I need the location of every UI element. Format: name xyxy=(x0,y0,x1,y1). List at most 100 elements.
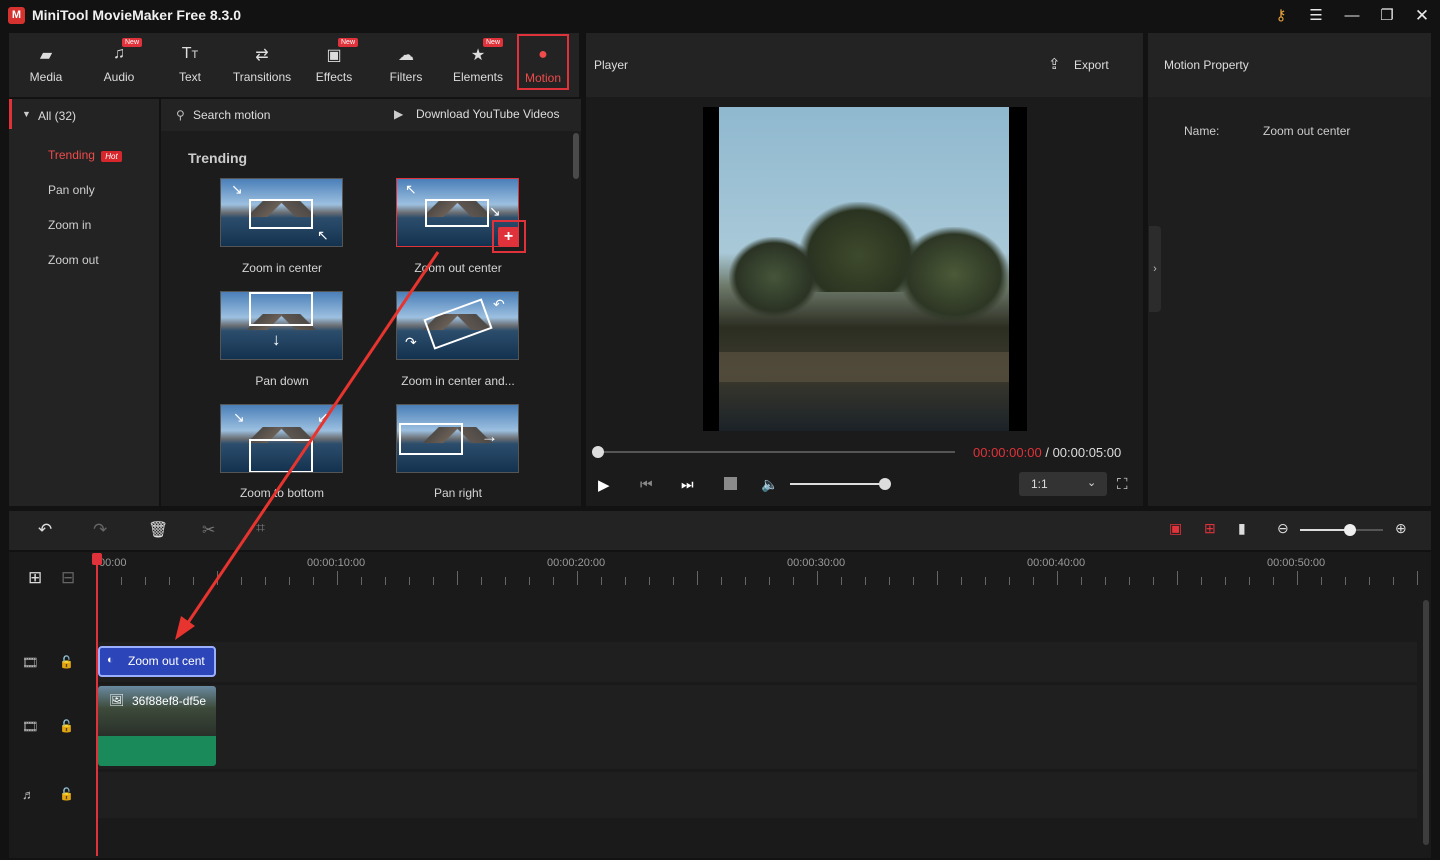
ruler-label: 00:00:40:00 xyxy=(1027,557,1086,569)
video-frame xyxy=(719,107,1009,431)
time-ruler[interactable]: 00:00 00:00:10:00 00:00:20:00 00:00:30:00 00… xyxy=(97,555,1422,589)
playhead[interactable] xyxy=(96,553,98,856)
motion-label: Pan right xyxy=(433,486,483,500)
motion-thumb-pan-down[interactable]: ↓ xyxy=(220,291,343,360)
ruler-tick xyxy=(625,577,626,585)
ruler-label: 00:00 xyxy=(99,557,127,569)
ruler-tick xyxy=(265,577,266,585)
zoom-in-icon[interactable]: ⊕ xyxy=(1395,520,1407,537)
motion-thumb-zoom-to-bottom[interactable]: ↘ ↙ xyxy=(220,404,343,473)
playhead-handle[interactable] xyxy=(92,553,102,565)
fullscreen-icon[interactable]: ⛶ xyxy=(1117,476,1128,493)
motion-label: Zoom in center and... xyxy=(401,374,515,388)
volume-fill xyxy=(790,483,885,485)
next-frame-icon[interactable]: ⏭ xyxy=(681,476,694,493)
motion-clip[interactable]: ◐ Zoom out cent xyxy=(98,646,216,677)
app-title: MiniTool MovieMaker Free 8.3.0 xyxy=(32,7,242,23)
ruler-tick xyxy=(673,577,674,585)
add-track-icon[interactable]: ⊞ xyxy=(28,568,42,588)
split-view-icon[interactable]: ⊞ xyxy=(1204,520,1216,537)
lock-icon[interactable]: 🔓 xyxy=(59,655,74,669)
total-time: 00:00:05:00 xyxy=(1052,445,1122,460)
close-icon[interactable]: ✕ xyxy=(1408,4,1436,28)
aspect-ratio-select[interactable]: 1:1 ⌄ xyxy=(1019,472,1107,496)
motion-thumb-zoom-in-center[interactable]: ↘ ↖ xyxy=(220,178,343,247)
ruler-tick xyxy=(529,577,530,585)
video-clip[interactable]: 🖼 36f88ef8-df5e xyxy=(98,686,216,766)
ruler-tick xyxy=(649,577,650,585)
ruler-tick xyxy=(1393,577,1394,585)
ruler-label: 00:00:20:00 xyxy=(547,557,606,569)
split-icon[interactable]: ✂ xyxy=(202,520,215,540)
ruler-tick xyxy=(481,577,482,585)
play-icon[interactable]: ▶ xyxy=(598,476,610,494)
progress-handle[interactable] xyxy=(592,446,604,458)
tab-media[interactable]: ▰ Media xyxy=(11,33,81,97)
film-icon: 🎞 xyxy=(22,655,39,670)
undo-icon[interactable]: ↶ xyxy=(38,520,52,540)
remove-track-icon[interactable]: ⊟ xyxy=(61,568,75,588)
ruler-tick xyxy=(193,577,194,585)
ruler-tick xyxy=(313,577,314,585)
ruler-tick xyxy=(577,571,578,585)
tab-filters[interactable]: ☁ Filters xyxy=(371,33,441,97)
ruler-tick xyxy=(841,577,842,585)
chevron-down-icon: ⌄ xyxy=(1087,477,1097,489)
motion-thumb-pan-right[interactable]: → xyxy=(396,404,519,473)
chevron-down-icon[interactable]: ▼ xyxy=(22,109,31,119)
playback-progress-track[interactable] xyxy=(598,451,955,453)
app-logo-icon: M xyxy=(8,7,25,24)
maximize-icon[interactable]: ❐ xyxy=(1373,4,1401,28)
motion-label: Zoom to bottom xyxy=(239,486,325,500)
menu-icon[interactable]: ☰ xyxy=(1302,4,1330,28)
collapse-panel-handle[interactable]: › xyxy=(1149,226,1161,312)
library-scrollbar[interactable] xyxy=(573,133,579,179)
volume-icon[interactable]: 🔈 xyxy=(761,476,778,493)
tab-transitions[interactable]: ⇄ Transitions xyxy=(227,33,297,97)
key-icon[interactable]: ⚷ xyxy=(1267,4,1295,28)
audio-mix-icon[interactable]: ▮ xyxy=(1238,520,1246,537)
minimize-icon[interactable]: — xyxy=(1338,4,1366,28)
tab-effects[interactable]: New ▣ Effects xyxy=(299,33,369,97)
ruler-tick xyxy=(1249,577,1250,585)
redo-icon[interactable]: ↷ xyxy=(93,520,107,540)
timeline-scrollbar[interactable] xyxy=(1423,600,1429,845)
crop-icon[interactable]: ⌗ xyxy=(256,520,265,538)
category-all[interactable]: All (32) xyxy=(38,109,76,123)
tab-audio[interactable]: New ♫ Audio xyxy=(84,33,154,97)
previous-frame-icon[interactable]: ⏮ xyxy=(640,476,653,493)
property-title: Motion Property xyxy=(1164,58,1249,72)
category-zoom-in[interactable]: Zoom in xyxy=(9,218,159,232)
search-input[interactable]: Search motion xyxy=(193,108,270,122)
category-zoom-out[interactable]: Zoom out xyxy=(9,253,159,267)
stop-icon[interactable] xyxy=(724,477,737,490)
clip-tool-icon[interactable]: ▣ xyxy=(1169,520,1182,537)
delete-icon[interactable]: 🗑 xyxy=(148,520,168,540)
motion-label: Zoom out center xyxy=(414,261,502,275)
ruler-tick xyxy=(169,577,170,585)
download-youtube-link[interactable]: Download YouTube Videos xyxy=(416,107,559,121)
lock-icon[interactable]: 🔓 xyxy=(59,719,74,733)
motion-icon: ● xyxy=(538,46,548,63)
tab-text[interactable]: TT Text xyxy=(155,33,225,97)
motion-track xyxy=(97,642,1417,682)
category-pan-only[interactable]: Pan only xyxy=(9,183,159,197)
zoom-out-icon[interactable]: ⊖ xyxy=(1277,520,1289,537)
ruler-tick xyxy=(1057,571,1058,585)
zoom-track[interactable] xyxy=(1300,529,1383,531)
tab-elements[interactable]: New ★ Elements xyxy=(443,33,513,97)
add-motion-button[interactable]: + xyxy=(498,227,519,246)
zoom-handle[interactable] xyxy=(1343,524,1356,536)
category-trending[interactable]: Trending Hot xyxy=(9,148,159,162)
motion-thumb-zoom-in-center-and[interactable]: ↶ ↷ xyxy=(396,291,519,360)
volume-handle[interactable] xyxy=(879,478,891,490)
volume-track[interactable] xyxy=(790,483,885,485)
filters-icon: ☁ xyxy=(398,47,414,64)
ruler-tick xyxy=(505,577,506,585)
export-button[interactable]: Export xyxy=(1074,58,1109,72)
ruler-tick xyxy=(985,577,986,585)
motion-clip-icon: ◐ xyxy=(107,654,114,666)
tab-motion[interactable]: ● Motion xyxy=(517,34,569,90)
lock-icon[interactable]: 🔓 xyxy=(59,787,74,801)
ruler-tick xyxy=(409,577,410,585)
